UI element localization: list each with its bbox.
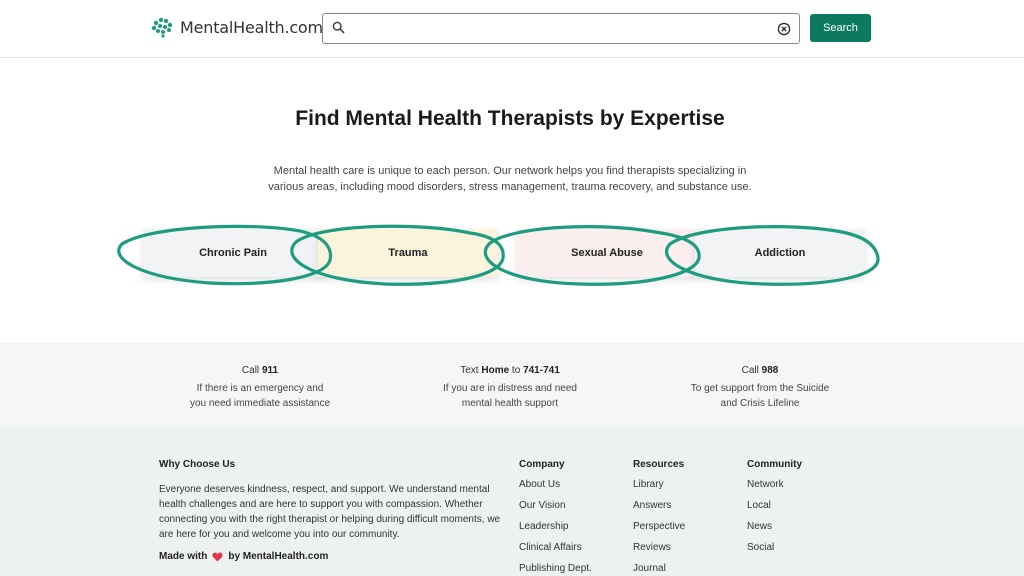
footer-link-answers[interactable]: Answers — [633, 500, 685, 521]
footer-link-local[interactable]: Local — [747, 500, 802, 521]
made-with-credit: Made with by MentalHealth.com — [159, 551, 329, 562]
footer-column-title: Company — [519, 459, 565, 470]
help-line: and Crisis Lifeline — [720, 398, 800, 409]
search-button[interactable]: Search — [810, 14, 871, 42]
why-choose-us-text: Everyone deserves kindness, respect, and… — [159, 484, 501, 540]
footer-link-social[interactable]: Social — [747, 542, 802, 563]
site-header: MentalHealth.com Search — [0, 0, 1024, 58]
footer-column-resources: Resources Library Answers Perspective Re… — [633, 459, 685, 576]
help-line: If you are in distress and need — [443, 383, 577, 394]
why-choose-us-title: Why Choose Us — [159, 459, 236, 470]
search-icon — [332, 21, 345, 34]
category-label: Addiction — [754, 247, 806, 259]
help-heading: Text Home to 741-741 — [460, 365, 560, 376]
help-heading: Call 911 — [241, 365, 279, 376]
crisis-help-strip: Call 911 If there is an emergency and yo… — [0, 343, 1024, 427]
footer-link-library[interactable]: Library — [633, 479, 685, 500]
footer-link-journal[interactable]: Journal — [633, 563, 685, 576]
help-call-988: Call 988 To get support from the Suicide… — [640, 363, 880, 411]
heart-icon — [212, 552, 223, 561]
footer-link-publishing-dept[interactable]: Publishing Dept. — [519, 563, 592, 576]
category-label: Trauma — [388, 247, 428, 259]
category-addiction[interactable]: Addiction — [695, 229, 865, 277]
category-label: Sexual Abuse — [571, 247, 643, 259]
footer-link-leadership[interactable]: Leadership — [519, 521, 592, 542]
site-logo[interactable]: MentalHealth.com — [150, 16, 323, 38]
category-sexual-abuse[interactable]: Sexual Abuse — [517, 229, 697, 277]
footer-link-reviews[interactable]: Reviews — [633, 542, 685, 563]
footer-link-about-us[interactable]: About Us — [519, 479, 592, 500]
footer-link-perspective[interactable]: Perspective — [633, 521, 685, 542]
footer-column-community: Community Network Local News Social — [747, 459, 802, 563]
footer-link-clinical-affairs[interactable]: Clinical Affairs — [519, 542, 592, 563]
help-line: To get support from the Suicide — [690, 383, 830, 394]
footer-column-title: Resources — [633, 459, 685, 470]
help-line: you need immediate assistance — [189, 398, 331, 409]
help-line: If there is an emergency and — [196, 383, 324, 394]
help-text-741741: Text Home to 741-741 If you are in distr… — [390, 363, 630, 411]
footer-link-news[interactable]: News — [747, 521, 802, 542]
intro-text: Mental health care is unique to each per… — [268, 165, 752, 193]
category-trauma[interactable]: Trauma — [318, 229, 498, 277]
footer-link-our-vision[interactable]: Our Vision — [519, 500, 592, 521]
category-label: Chronic Pain — [199, 247, 267, 259]
footer-column-title: Community — [747, 459, 802, 470]
help-call-911: Call 911 If there is an emergency and yo… — [140, 363, 380, 411]
clear-icon[interactable] — [777, 22, 791, 36]
footer-link-network[interactable]: Network — [747, 479, 802, 500]
page-title: Find Mental Health Therapists by Experti… — [295, 107, 725, 130]
category-chronic-pain[interactable]: Chronic Pain — [143, 229, 323, 277]
help-heading: Call 988 — [741, 365, 779, 376]
site-footer: Why Choose Us Everyone deserves kindness… — [0, 427, 1024, 576]
search-box[interactable] — [322, 13, 800, 44]
logo-text: MentalHealth.com — [180, 17, 323, 37]
help-line: mental health support — [461, 398, 559, 409]
brain-logo-icon — [151, 17, 173, 38]
footer-column-company: Company About Us Our Vision Leadership C… — [519, 459, 592, 576]
search-input[interactable] — [353, 18, 773, 40]
